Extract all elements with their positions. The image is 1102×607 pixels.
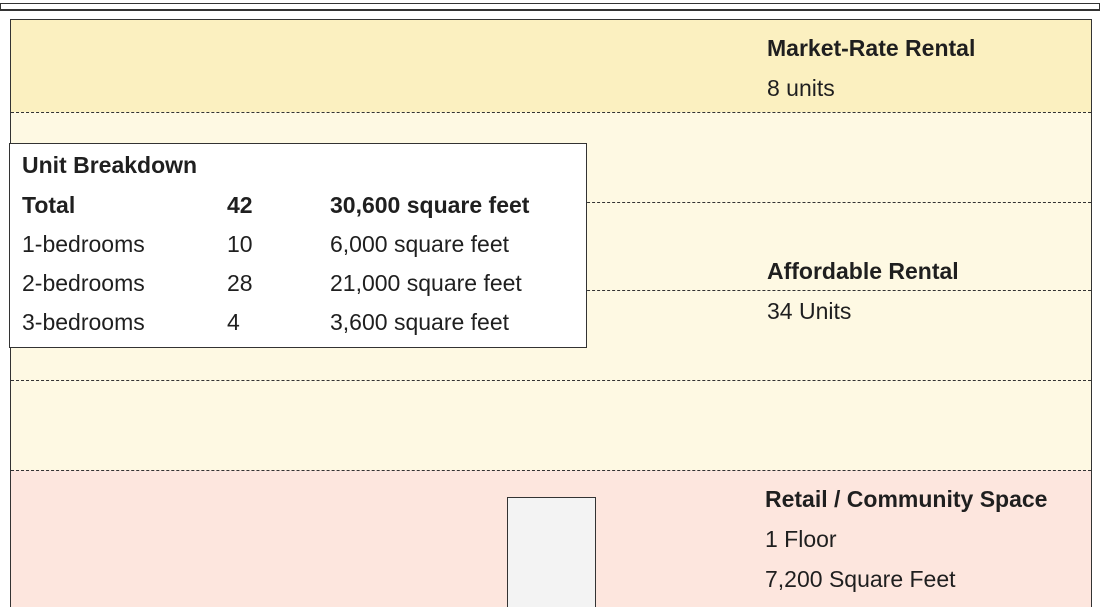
unit-type: Total [22,192,76,218]
unit-count: 4 [227,309,240,335]
unit-area: 21,000 square feet [330,270,522,296]
unit-area: 3,600 square feet [330,309,510,335]
market-rate-units: 8 units [767,75,835,101]
floor-divider [11,112,1091,113]
unit-area: 30,600 square feet [330,192,530,218]
retail-area: 7,200 Square Feet [765,566,956,592]
unit-count: 28 [227,270,253,296]
unit-area: 6,000 square feet [330,231,510,257]
table-row-total: Total 42 30,600 square feet [22,190,582,220]
retail-floors: 1 Floor [765,526,837,552]
floor-divider [11,380,1091,381]
affordable-units: 34 Units [767,298,852,324]
affordable-label: Affordable Rental 34 Units [767,258,959,324]
affordable-title: Affordable Rental [767,258,959,284]
unit-count: 42 [227,192,253,218]
unit-type: 3-bedrooms [22,309,145,335]
floor-divider [11,470,1091,471]
market-rate-label: Market-Rate Rental 8 units [767,35,975,101]
table-row: 2-bedrooms 28 21,000 square feet [22,268,582,298]
table-row: 1-bedrooms 10 6,000 square feet [22,229,582,259]
unit-breakdown-title: Unit Breakdown [22,152,198,178]
floor-affordable [11,380,1091,470]
unit-breakdown-table: Unit Breakdown Total 42 30,600 square fe… [9,143,587,348]
market-rate-title: Market-Rate Rental [767,35,976,61]
unit-type: 2-bedrooms [22,270,145,296]
retail-label: Retail / Community Space 1 Floor 7,200 S… [765,486,1047,592]
unit-type: 1-bedrooms [22,231,145,257]
unit-count: 10 [227,231,253,257]
retail-title: Retail / Community Space [765,486,1048,512]
entrance-door [507,497,596,607]
building-roof [0,3,1100,11]
table-row: 3-bedrooms 4 3,600 square feet [22,307,582,337]
